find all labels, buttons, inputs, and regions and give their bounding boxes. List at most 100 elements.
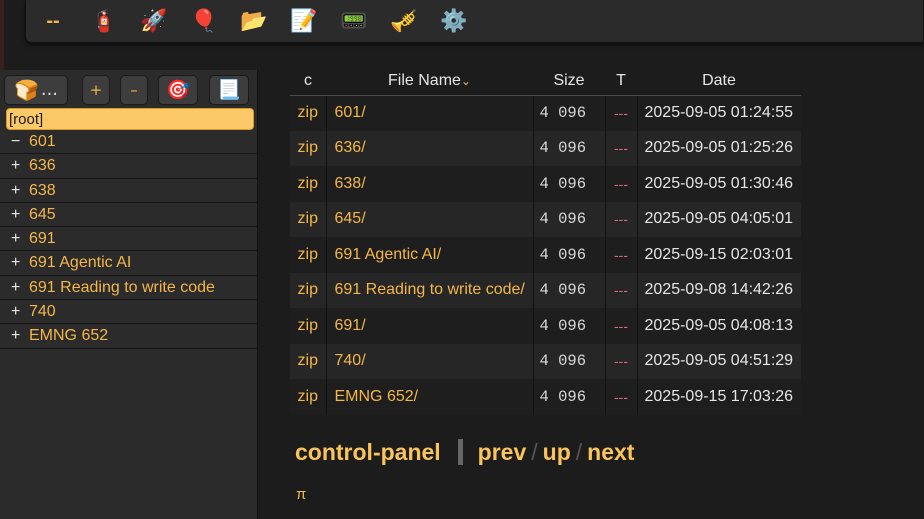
document-button[interactable]: 📃 [209,74,249,105]
cell-date: 2025-09-15 02:03:01 [637,237,801,273]
table-row[interactable]: zip 691/4 096 --- 2025-09-05 04:08:13 [290,308,801,344]
balloon-icon[interactable]: 🎈 [190,0,217,43]
tree-item-label: 636 [29,157,56,175]
cell-size: 4 096 [533,166,606,202]
cell-c[interactable]: zip [290,308,327,344]
table-row[interactable]: zip 636/4 096 --- 2025-09-05 01:25:26 [290,130,801,166]
table-row[interactable]: zip EMNG 652/4 096 --- 2025-09-15 17:03:26 [290,379,801,415]
expand-icon[interactable]: + [11,276,29,299]
nav-slash: / [575,438,583,465]
table-row[interactable]: zip 691 Reading to write code/4 096 --- 202… [290,272,801,308]
cell-file-name[interactable]: 691 Agentic AI/ [326,237,534,273]
window-edge [0,0,4,70]
pager-icon[interactable]: 📟 [340,0,367,43]
table-row[interactable]: zip 645/4 096 --- 2025-09-05 04:05:01 [290,201,801,237]
cell-file-name[interactable]: 691/ [326,308,534,344]
cell-c[interactable]: zip [290,379,327,415]
tree-item[interactable]: +636 [0,154,257,179]
tree-item[interactable]: + EMNG 652 [0,324,257,349]
rocket-icon[interactable]: 🚀 [140,0,167,43]
tree-item-label: 645 [29,205,56,223]
cell-file-name[interactable]: 740/ [326,343,534,379]
cell-t: --- [605,201,638,237]
cell-file-name[interactable]: 601/ [326,95,534,131]
gear-icon[interactable]: ⚙️ [440,0,467,43]
cell-date: 2025-09-05 01:30:46 [637,166,801,202]
cell-date: 2025-09-05 01:25:26 [637,130,801,166]
nav-slash: / [531,438,538,465]
expand-all-button[interactable]: + [82,74,110,105]
tree-item[interactable]: +691 [0,227,257,252]
cell-t: --- [605,237,638,273]
page-icon: 📃 [217,79,241,101]
control-panel-nav: control-panel prev / up / next [295,436,634,468]
fire-extinguisher-icon[interactable]: 🧯 [90,0,117,43]
expand-icon[interactable]: + [11,251,29,274]
sort-desc-icon: ⌄ [460,74,471,89]
open-folder-icon[interactable]: 📂 [240,0,267,43]
tree-item[interactable]: +638 [0,179,257,203]
table-row[interactable]: zip 638/4 096 --- 2025-09-05 01:30:46 [290,166,801,202]
target-button[interactable]: 🎯 [158,74,198,105]
cell-file-name[interactable]: 691 Reading to write code/ [326,272,534,308]
cell-file-name[interactable]: 636/ [326,130,534,166]
tree-item-label: 601 [29,133,56,150]
col-header-t[interactable]: T [605,68,637,96]
next-link[interactable]: next [587,439,634,466]
tree-item-label: 691 Agentic AI [29,254,132,272]
expand-icon[interactable]: + [11,179,29,202]
tree-item-label: EMNG 652 [29,327,109,345]
tree-item[interactable]: +740 [0,300,257,325]
table-row[interactable]: zip 740/4 096 --- 2025-09-05 04:51:29 [290,343,801,379]
cell-c[interactable]: zip [290,343,327,379]
col-header-c[interactable]: c [290,68,326,96]
cell-c[interactable]: zip [290,237,327,273]
table-row[interactable]: zip 691 Agentic AI/4 096 --- 2025-09-15 02:… [290,237,801,273]
cell-c[interactable]: zip [290,201,327,237]
pi-link[interactable]: π [296,486,306,503]
cell-c[interactable]: zip [290,166,327,202]
cell-c[interactable]: zip [290,272,327,308]
dashes-button[interactable]: -- [40,0,66,43]
tree-item[interactable]: +691 Reading to write code [0,276,257,301]
memo-icon[interactable]: 📝 [290,0,317,43]
expand-icon[interactable]: + [11,324,29,347]
cell-c[interactable]: zip [290,95,327,131]
cell-size: 4 096 [533,308,606,344]
expand-icon[interactable]: + [11,300,29,323]
cell-t: --- [605,343,638,379]
home-button[interactable]: 🍞... [4,74,68,105]
sidebar: 🍞... + – 🎯 📃 [root] −601 +636 +638 +645 +691… [0,70,258,519]
cell-size: 4 096 [533,237,606,273]
col-header-date[interactable]: Date [637,68,801,96]
trumpet-icon[interactable]: 🎺 [390,0,417,43]
expand-icon[interactable]: + [11,227,29,250]
tree-item-label: 740 [29,303,56,321]
col-header-file-name[interactable]: File Name⌄ [326,68,533,96]
collapse-icon[interactable]: − [11,130,29,153]
cell-file-name[interactable]: 645/ [326,201,534,237]
up-link[interactable]: up [543,439,571,466]
cell-size: 4 096 [533,130,606,166]
expand-icon[interactable]: + [11,154,29,177]
control-panel-link[interactable]: control-panel [295,439,441,466]
collapse-all-button[interactable]: – [120,74,148,105]
table-row[interactable]: zip 601/4 096 --- 2025-09-05 01:24:55 [290,95,801,131]
expand-icon[interactable]: + [11,203,29,226]
tree-item[interactable]: −601 [0,130,257,155]
table-header-row: c File Name⌄ Size T Date [290,68,801,96]
tree-item-label: 691 [29,230,56,248]
cell-size: 4 096 [533,201,606,237]
cell-date: 2025-09-05 04:51:29 [637,343,801,379]
cell-t: --- [605,95,638,131]
cell-file-name[interactable]: 638/ [326,166,534,202]
cell-t: --- [605,379,638,415]
cell-file-name[interactable]: EMNG 652/ [326,379,534,415]
cell-c[interactable]: zip [290,130,327,166]
tree-root[interactable]: [root] [6,108,254,130]
prev-link[interactable]: prev [478,439,527,466]
folder-tree: [root] −601 +636 +638 +645 +691 +691 Agentic … [0,108,257,349]
tree-item[interactable]: +691 Agentic AI [0,251,257,276]
col-header-size[interactable]: Size [533,68,605,96]
tree-item[interactable]: +645 [0,203,257,228]
